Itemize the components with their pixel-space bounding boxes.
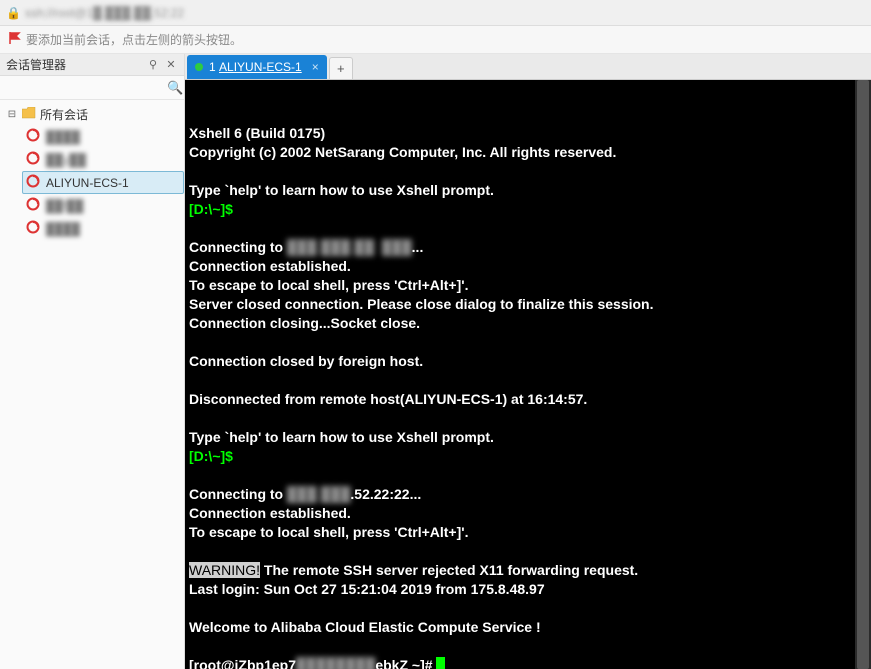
terminal-line: Type `help' to learn how to use Xshell p… xyxy=(189,181,867,200)
search-input[interactable] xyxy=(0,76,167,99)
terminal-line: Copyright (c) 2002 NetSarang Computer, I… xyxy=(189,143,867,162)
pin-icon[interactable]: ⚲ xyxy=(146,58,160,71)
session-label: ALIYUN-ECS-1 xyxy=(46,176,129,190)
session-item[interactable]: ██f██ xyxy=(22,194,184,217)
terminal-line xyxy=(189,637,867,656)
session-label: ██y██ xyxy=(46,153,86,167)
terminal-line: Type `help' to learn how to use Xshell p… xyxy=(189,428,867,447)
terminal-line: Connection established. xyxy=(189,257,867,276)
session-icon xyxy=(26,197,40,214)
lock-icon: 🔒 xyxy=(6,6,21,20)
session-manager-panel: 会话管理器 ⚲ ✕ 🔍 ⊟ 所有会话 ████ ██y██ ALIYUN-ECS-1… xyxy=(0,54,185,669)
session-label: ████ xyxy=(46,130,80,144)
terminal-line: Last login: Sun Oct 27 15:21:04 2019 fro… xyxy=(189,580,867,599)
terminal-line xyxy=(189,219,867,238)
tab-index: 1 xyxy=(209,60,216,74)
folder-icon xyxy=(22,107,36,122)
tree-root-label: 所有会话 xyxy=(40,106,88,123)
connection-status-icon xyxy=(195,63,203,71)
session-icon xyxy=(26,220,40,237)
session-icon xyxy=(26,151,40,168)
new-tab-button[interactable]: + xyxy=(329,57,353,79)
address-text: ssh://root@1█.███.██.52:22 xyxy=(25,6,184,20)
terminal-scrollbar[interactable] xyxy=(855,80,871,669)
session-icon xyxy=(26,128,40,145)
session-item[interactable]: ████ xyxy=(22,217,184,240)
terminal-line: Disconnected from remote host(ALIYUN-ECS… xyxy=(189,390,867,409)
terminal-line: Connection closing...Socket close. xyxy=(189,314,867,333)
tab-title: ALIYUN-ECS-1 xyxy=(219,60,302,74)
terminal-line: Server closed connection. Please close d… xyxy=(189,295,867,314)
terminal-line: [D:\~]$ xyxy=(189,200,867,219)
search-icon[interactable]: 🔍 xyxy=(167,80,184,96)
sidebar-header: 会话管理器 ⚲ ✕ xyxy=(0,54,184,76)
session-tree: ⊟ 所有会话 ████ ██y██ ALIYUN-ECS-1 ██f██ ████ xyxy=(0,100,184,244)
terminal-line: Connecting to ███.███.52.22:22... xyxy=(189,485,867,504)
terminal-line: Connection established. xyxy=(189,504,867,523)
tab-active[interactable]: 1 ALIYUN-ECS-1 × xyxy=(187,55,327,79)
session-item[interactable]: ████ xyxy=(22,125,184,148)
session-icon xyxy=(26,174,40,191)
cursor xyxy=(436,657,445,669)
content-area: 1 ALIYUN-ECS-1 × + Xshell 6 (Build 0175)… xyxy=(185,54,871,669)
hint-text: 要添加当前会话，点击左侧的箭头按钮。 xyxy=(26,31,242,48)
tab-close-icon[interactable]: × xyxy=(312,60,319,74)
terminal-line xyxy=(189,371,867,390)
terminal-line xyxy=(189,409,867,428)
tree-root[interactable]: ⊟ 所有会话 xyxy=(0,104,184,125)
terminal-line xyxy=(189,542,867,561)
terminal-line xyxy=(189,162,867,181)
flag-icon xyxy=(8,31,22,48)
terminal-line: To escape to local shell, press 'Ctrl+Al… xyxy=(189,276,867,295)
hint-bar: 要添加当前会话，点击左侧的箭头按钮。 xyxy=(0,26,871,54)
session-label: ████ xyxy=(46,222,80,236)
terminal[interactable]: Xshell 6 (Build 0175)Copyright (c) 2002 … xyxy=(185,80,871,669)
address-bar[interactable]: 🔒 ssh://root@1█.███.██.52:22 xyxy=(0,0,871,26)
sidebar-search: 🔍 xyxy=(0,76,184,100)
terminal-line: [D:\~]$ xyxy=(189,447,867,466)
terminal-line: To escape to local shell, press 'Ctrl+Al… xyxy=(189,523,867,542)
terminal-line: Connection closed by foreign host. xyxy=(189,352,867,371)
terminal-line: Connecting to ███.███.██ ███... xyxy=(189,238,867,257)
terminal-line: [root@iZbp1ep7████████ebkZ ~]# xyxy=(189,656,867,669)
terminal-line xyxy=(189,599,867,618)
terminal-line: Welcome to Alibaba Cloud Elastic Compute… xyxy=(189,618,867,637)
tab-bar: 1 ALIYUN-ECS-1 × + xyxy=(185,54,871,80)
terminal-line xyxy=(189,466,867,485)
expand-icon[interactable]: ⊟ xyxy=(6,109,18,120)
close-panel-icon[interactable]: ✕ xyxy=(164,58,178,71)
terminal-line xyxy=(189,333,867,352)
session-label: ██f██ xyxy=(46,199,83,213)
session-item[interactable]: ██y██ xyxy=(22,148,184,171)
terminal-line: WARNING! The remote SSH server rejected … xyxy=(189,561,867,580)
sidebar-title: 会话管理器 xyxy=(6,56,66,73)
session-item[interactable]: ALIYUN-ECS-1 xyxy=(22,171,184,194)
terminal-line: Xshell 6 (Build 0175) xyxy=(189,124,867,143)
